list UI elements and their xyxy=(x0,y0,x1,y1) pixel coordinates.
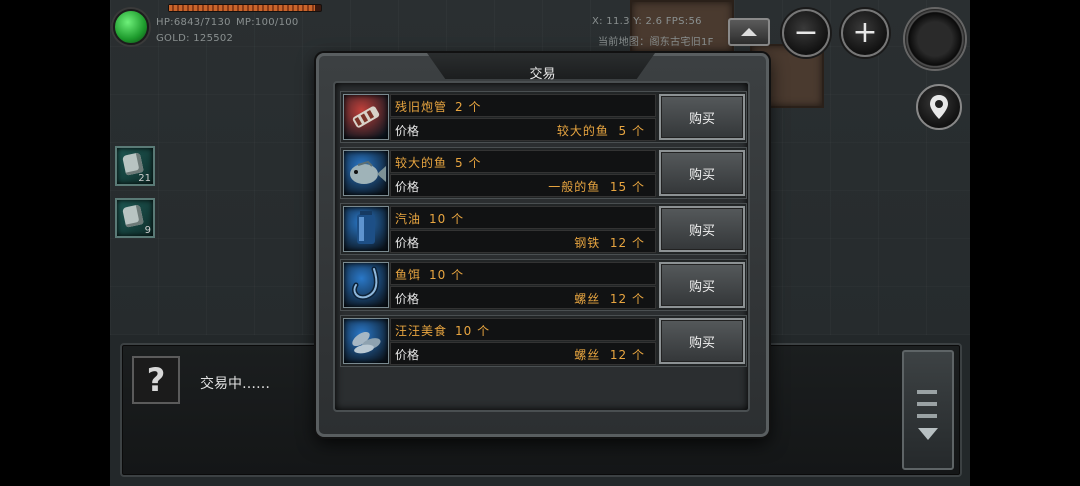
gold-text: GOLD: 125502 xyxy=(156,33,234,44)
item-qty: 10 个 xyxy=(455,324,491,338)
item-name: 鱼饵 xyxy=(395,268,422,282)
item-title: 汽油 10 个 xyxy=(395,210,464,227)
dialog-scroll-button[interactable] xyxy=(902,350,954,470)
expand-button[interactable] xyxy=(728,18,770,46)
price-label: 价格 xyxy=(395,124,420,138)
trade-row: 汽油 10 个价格 钢铁 12 个 购买 xyxy=(340,203,747,255)
price-value: 钢铁 12 个 xyxy=(574,234,645,251)
item-qty: 10 个 xyxy=(429,212,465,226)
cost-qty: 5 个 xyxy=(618,124,645,138)
cost-item: 螺丝 xyxy=(574,292,601,306)
slot-count: 9 xyxy=(144,225,151,236)
cost-item: 钢铁 xyxy=(574,236,601,250)
trade-row: 残旧炮管 2 个价格 较大的鱼 5 个 购买 xyxy=(340,91,747,143)
map-pin-button[interactable] xyxy=(916,84,962,130)
buy-button-label: 购买 xyxy=(688,167,715,183)
item-title: 汪汪美食 10 个 xyxy=(395,322,490,339)
dog-food-icon xyxy=(343,318,389,364)
price-bar: 价格 螺丝 12 个 xyxy=(390,342,656,365)
zoom-in-button[interactable]: + xyxy=(841,9,889,57)
price-label: 价格 xyxy=(395,180,420,194)
up-arrow-icon xyxy=(741,28,757,36)
quick-slot-1[interactable]: 21 xyxy=(115,146,155,186)
trade-row: 较大的鱼 5 个价格 一般的鱼 15 个 购买 xyxy=(340,147,747,199)
map-name-text: 当前地图：阁东古宅旧1F xyxy=(598,37,714,48)
item-qty: 2 个 xyxy=(455,100,482,114)
price-value: 较大的鱼 5 个 xyxy=(557,122,645,139)
minus-icon: − xyxy=(793,15,819,50)
price-value: 螺丝 12 个 xyxy=(574,290,645,307)
cost-item: 螺丝 xyxy=(574,348,601,362)
zoom-out-button[interactable]: − xyxy=(782,9,830,57)
price-bar: 价格 一般的鱼 15 个 xyxy=(390,174,656,197)
cost-qty: 12 个 xyxy=(609,348,645,362)
item-title: 残旧炮管 2 个 xyxy=(395,98,481,115)
price-bar: 价格 螺丝 12 个 xyxy=(390,286,656,309)
gun-barrel-icon xyxy=(343,94,389,140)
item-title: 鱼饵 10 个 xyxy=(395,266,464,283)
mp-text: MP:100/100 xyxy=(236,17,299,28)
price-label: 价格 xyxy=(395,236,420,250)
item-name-bar: 残旧炮管 2 个 xyxy=(390,94,656,117)
hp-bar xyxy=(168,4,322,12)
map-pin-icon xyxy=(930,95,948,119)
buy-button[interactable]: 购买 xyxy=(659,150,745,196)
menu-line-icon xyxy=(917,402,937,406)
buy-button-label: 购买 xyxy=(688,279,715,295)
fish-hook-icon xyxy=(343,262,389,308)
cost-qty: 15 个 xyxy=(609,180,645,194)
fuel-can-icon xyxy=(343,206,389,252)
buy-button[interactable]: 购买 xyxy=(659,206,745,252)
item-name: 汪汪美食 xyxy=(395,324,448,338)
item-name-bar: 汽油 10 个 xyxy=(390,206,656,229)
arrow-down-icon xyxy=(918,428,938,440)
slot-count: 21 xyxy=(138,173,151,184)
item-name-bar: 鱼饵 10 个 xyxy=(390,262,656,285)
buy-button[interactable]: 购买 xyxy=(659,262,745,308)
grenade-icon xyxy=(122,204,144,228)
trade-window: 交易 残旧炮管 2 个价格 较大的鱼 5 个购买 较大的鱼 5 个价格 一般的鱼 15 个… xyxy=(316,53,769,437)
item-name: 残旧炮管 xyxy=(395,100,448,114)
plus-icon: + xyxy=(852,15,878,50)
item-name-bar: 较大的鱼 5 个 xyxy=(390,150,656,173)
price-bar: 价格 钢铁 12 个 xyxy=(390,230,656,253)
price-label: 价格 xyxy=(395,348,420,362)
item-name-bar: 汪汪美食 10 个 xyxy=(390,318,656,341)
price-value: 一般的鱼 15 个 xyxy=(548,178,645,195)
menu-line-icon xyxy=(917,390,937,394)
hp-text: HP:6843/7130 xyxy=(156,17,231,28)
npc-portrait-unknown: ? xyxy=(132,356,180,404)
cost-qty: 12 个 xyxy=(609,236,645,250)
buy-button[interactable]: 购买 xyxy=(659,94,745,140)
cost-item: 一般的鱼 xyxy=(548,180,601,194)
fish-icon xyxy=(343,150,389,196)
coords-text: X: 11.3 Y: 2.6 FPS:56 xyxy=(592,16,702,27)
trade-title: 交易 xyxy=(529,67,556,82)
buy-button-label: 购买 xyxy=(688,223,715,239)
item-qty: 10 个 xyxy=(429,268,465,282)
item-qty: 5 个 xyxy=(455,156,482,170)
cost-item: 较大的鱼 xyxy=(556,124,609,138)
item-name: 较大的鱼 xyxy=(395,156,448,170)
dialog-text: 交易中…… xyxy=(200,376,270,392)
trade-row: 汪汪美食 10 个价格 螺丝 12 个 购买 xyxy=(340,315,747,367)
hp-bar-fill xyxy=(169,5,315,11)
buy-button-label: 购买 xyxy=(688,111,715,127)
cost-qty: 12 个 xyxy=(609,292,645,306)
item-title: 较大的鱼 5 个 xyxy=(395,154,481,171)
question-icon: ? xyxy=(146,361,166,399)
trade-row: 鱼饵 10 个价格 螺丝 12 个 购买 xyxy=(340,259,747,311)
status-orb-icon[interactable] xyxy=(113,9,149,45)
joystick[interactable] xyxy=(903,7,967,71)
buy-button-label: 购买 xyxy=(688,335,715,351)
trade-list: 残旧炮管 2 个价格 较大的鱼 5 个购买 较大的鱼 5 个价格 一般的鱼 15 个购买汽… xyxy=(333,81,750,412)
quick-slot-2[interactable]: 9 xyxy=(115,198,155,238)
price-label: 价格 xyxy=(395,292,420,306)
menu-line-icon xyxy=(917,414,937,418)
price-bar: 价格 较大的鱼 5 个 xyxy=(390,118,656,141)
price-value: 螺丝 12 个 xyxy=(574,346,645,363)
item-name: 汽油 xyxy=(395,212,422,226)
buy-button[interactable]: 购买 xyxy=(659,318,745,364)
